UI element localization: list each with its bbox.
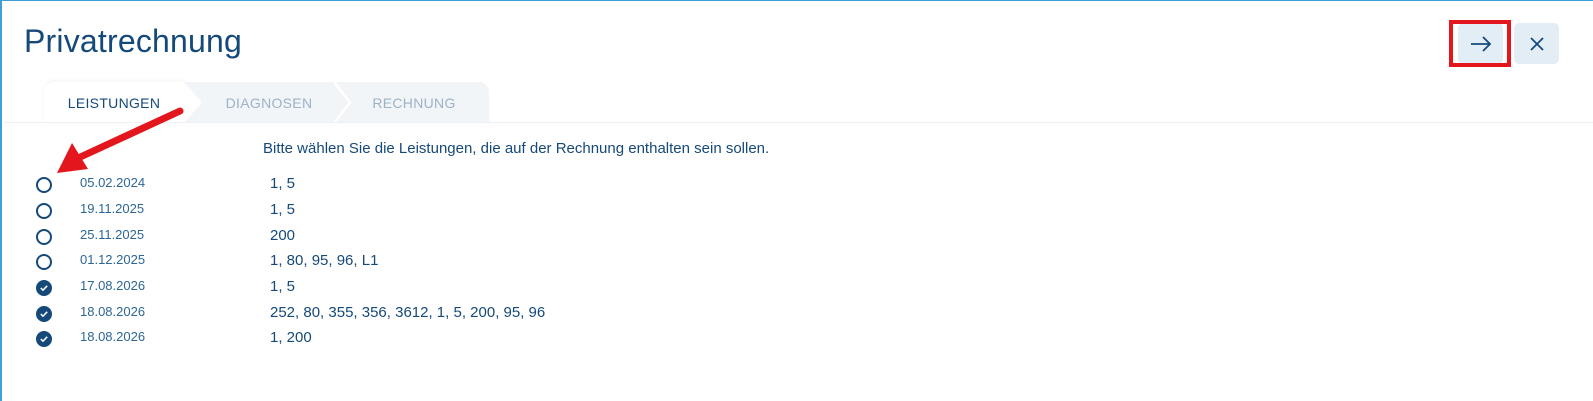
service-codes: 1, 80, 95, 96, L1 [270,252,379,269]
service-row[interactable]: 01.12.2025 1, 80, 95, 96, L1 [36,251,1236,273]
instruction-text: Bitte wählen Sie die Leistungen, die auf… [263,140,770,157]
service-row[interactable]: 05.02.2024 1, 5 [36,174,1236,196]
service-date: 18.08.2026 [80,304,146,319]
next-button[interactable] [1458,23,1503,64]
row-select-radio[interactable] [36,306,52,322]
tab-bar: LEISTUNGEN DIAGNOSEN RECHNUNG [44,82,489,123]
row-select-radio[interactable] [36,280,52,296]
row-select-radio[interactable] [36,203,52,219]
close-icon [1529,36,1544,51]
check-icon [40,285,48,291]
tab-diagnosen[interactable]: DIAGNOSEN [204,82,334,123]
service-row[interactable]: 25.11.2025 200 [36,226,1236,248]
service-row[interactable]: 17.08.2026 1, 5 [36,277,1236,299]
check-icon [40,336,48,342]
service-codes: 1, 200 [270,329,312,346]
service-date: 01.12.2025 [80,252,146,267]
row-select-radio[interactable] [36,331,52,347]
service-codes: 200 [270,227,296,244]
page-title: Privatrechnung [24,23,243,59]
service-date: 25.11.2025 [80,227,145,242]
service-codes: 1, 5 [270,201,296,218]
tab-leistungen[interactable]: LEISTUNGEN [44,82,184,123]
private-invoice-dialog: Privatrechnung LEISTUNGEN DIAGNOSEN RECH… [0,0,1593,401]
service-codes: 252, 80, 355, 356, 3612, 1, 5, 200, 95, … [270,304,546,321]
service-row[interactable]: 18.08.2026 1, 200 [36,328,1236,350]
tab-separator-chevron [184,82,202,123]
arrow-right-icon [1470,35,1491,52]
check-icon [40,311,48,317]
row-select-radio[interactable] [36,177,52,193]
service-codes: 1, 5 [270,278,296,295]
service-date: 19.11.2025 [80,201,145,216]
service-codes: 1, 5 [270,175,296,192]
close-button[interactable] [1514,23,1559,64]
row-select-radio[interactable] [36,254,52,270]
tab-separator-chevron [334,82,352,123]
divider [4,122,1593,123]
service-row[interactable]: 18.08.2026 252, 80, 355, 356, 3612, 1, 5… [36,303,1236,325]
tab-rechnung[interactable]: RECHNUNG [354,82,474,123]
service-date: 18.08.2026 [80,329,146,344]
service-date: 17.08.2026 [80,278,146,293]
service-row[interactable]: 19.11.2025 1, 5 [36,200,1236,222]
row-select-radio[interactable] [36,229,52,245]
service-date: 05.02.2024 [80,175,146,190]
